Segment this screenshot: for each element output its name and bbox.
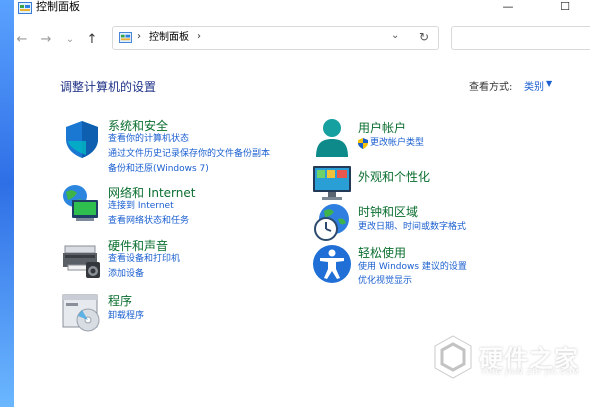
category-title[interactable]: 外观和个性化 [358, 168, 430, 185]
search-input[interactable] [451, 26, 590, 50]
window-title: 控制面板 [36, 0, 80, 13]
breadcrumb-separator[interactable]: › [137, 31, 141, 42]
breadcrumb-control-panel[interactable]: 控制面板 [149, 32, 189, 44]
link-change-date-time[interactable]: 更改日期、时间或数字格式 [358, 222, 466, 233]
breadcrumb-separator[interactable]: › [197, 31, 201, 42]
accessibility-icon[interactable] [312, 244, 352, 284]
minimize-button[interactable]: — [494, 0, 522, 14]
category-programs: 程序 卸载程序 [62, 292, 302, 332]
title-bar[interactable]: 控制面板 — ☐ [14, 0, 590, 24]
forward-button[interactable]: → [38, 31, 54, 47]
link-file-history[interactable]: 通过文件历史记录保存你的文件备份副本 [108, 149, 270, 160]
link-connect-internet[interactable]: 连接到 Internet [108, 201, 174, 212]
link-view-computer-status[interactable]: 查看你的计算机状态 [108, 134, 189, 145]
control-panel-window: 控制面板 — ☐ ← → ⌄ ↑ › 控制面板 › ⌄ ↻ 调整计算机的设置 查… [14, 0, 590, 407]
desktop-background [0, 0, 14, 407]
back-button[interactable]: ← [14, 31, 30, 47]
category-network-internet: 网络和 Internet 连接到 Internet 查看网络状态和任务 [62, 184, 302, 230]
page-title: 调整计算机的设置 [60, 80, 157, 94]
maximize-button[interactable]: ☐ [551, 0, 579, 14]
link-uninstall-program[interactable]: 卸载程序 [108, 311, 144, 322]
category-title[interactable]: 网络和 Internet [108, 184, 195, 201]
recent-locations-button[interactable]: ⌄ [62, 31, 78, 47]
link-network-status[interactable]: 查看网络状态和任务 [108, 216, 189, 227]
category-system-security: 系统和安全 查看你的计算机状态 通过文件历史记录保存你的文件备份副本 备份和还原… [62, 117, 302, 177]
shield-icon[interactable] [62, 119, 102, 159]
address-bar[interactable]: › 控制面板 › ⌄ ↻ [112, 26, 439, 50]
uac-shield-icon [358, 138, 368, 149]
category-clock-region: 时钟和区域 更改日期、时间或数字格式 [312, 203, 552, 243]
control-panel-icon [18, 2, 32, 14]
watermark: 硬件之家 YING JIAN ZHI JIA.COM [433, 335, 590, 383]
link-add-device[interactable]: 添加设备 [108, 269, 144, 280]
refresh-button[interactable]: ↻ [419, 30, 429, 44]
clock-globe-icon[interactable] [312, 203, 352, 243]
category-ease-of-access: 轻松使用 使用 Windows 建议的设置 优化视觉显示 [312, 244, 552, 288]
category-title[interactable]: 程序 [108, 292, 132, 309]
network-icon[interactable] [62, 184, 102, 224]
watermark-logo-icon [434, 335, 472, 379]
chevron-down-icon[interactable]: ▼ [546, 79, 552, 88]
control-panel-icon [119, 32, 132, 43]
category-title[interactable]: 系统和安全 [108, 117, 168, 134]
view-by-dropdown[interactable]: 类别 [524, 78, 544, 93]
category-title[interactable]: 轻松使用 [358, 244, 406, 261]
link-recommended-settings[interactable]: 使用 Windows 建议的设置 [358, 262, 467, 273]
watermark-subtitle: YING JIAN ZHI JIA.COM [481, 368, 580, 376]
category-user-accounts: 用户帐户 更改帐户类型 [312, 117, 552, 159]
user-icon[interactable] [312, 117, 352, 157]
navigation-bar: ← → ⌄ ↑ › 控制面板 › ⌄ ↻ [14, 22, 590, 56]
link-devices-printers[interactable]: 查看设备和打印机 [108, 254, 180, 265]
printer-icon[interactable] [62, 240, 102, 280]
screen: 控制面板 — ☐ ← → ⌄ ↑ › 控制面板 › ⌄ ↻ 调整计算机的设置 查… [0, 0, 590, 407]
monitor-icon[interactable] [312, 163, 352, 203]
category-title[interactable]: 用户帐户 [358, 119, 406, 136]
category-title[interactable]: 硬件和声音 [108, 237, 168, 254]
programs-icon[interactable] [62, 292, 102, 332]
view-by-label: 查看方式: [469, 82, 513, 93]
up-button[interactable]: ↑ [84, 31, 100, 47]
category-appearance: 外观和个性化 [312, 163, 552, 201]
link-optimize-display[interactable]: 优化视觉显示 [358, 276, 412, 287]
link-backup-restore[interactable]: 备份和还原(Windows 7) [108, 164, 209, 175]
category-hardware-sound: 硬件和声音 查看设备和打印机 添加设备 [62, 237, 302, 283]
address-dropdown-button[interactable]: ⌄ [391, 30, 399, 41]
link-change-account-type[interactable]: 更改帐户类型 [370, 138, 424, 149]
category-title[interactable]: 时钟和区域 [358, 203, 418, 220]
